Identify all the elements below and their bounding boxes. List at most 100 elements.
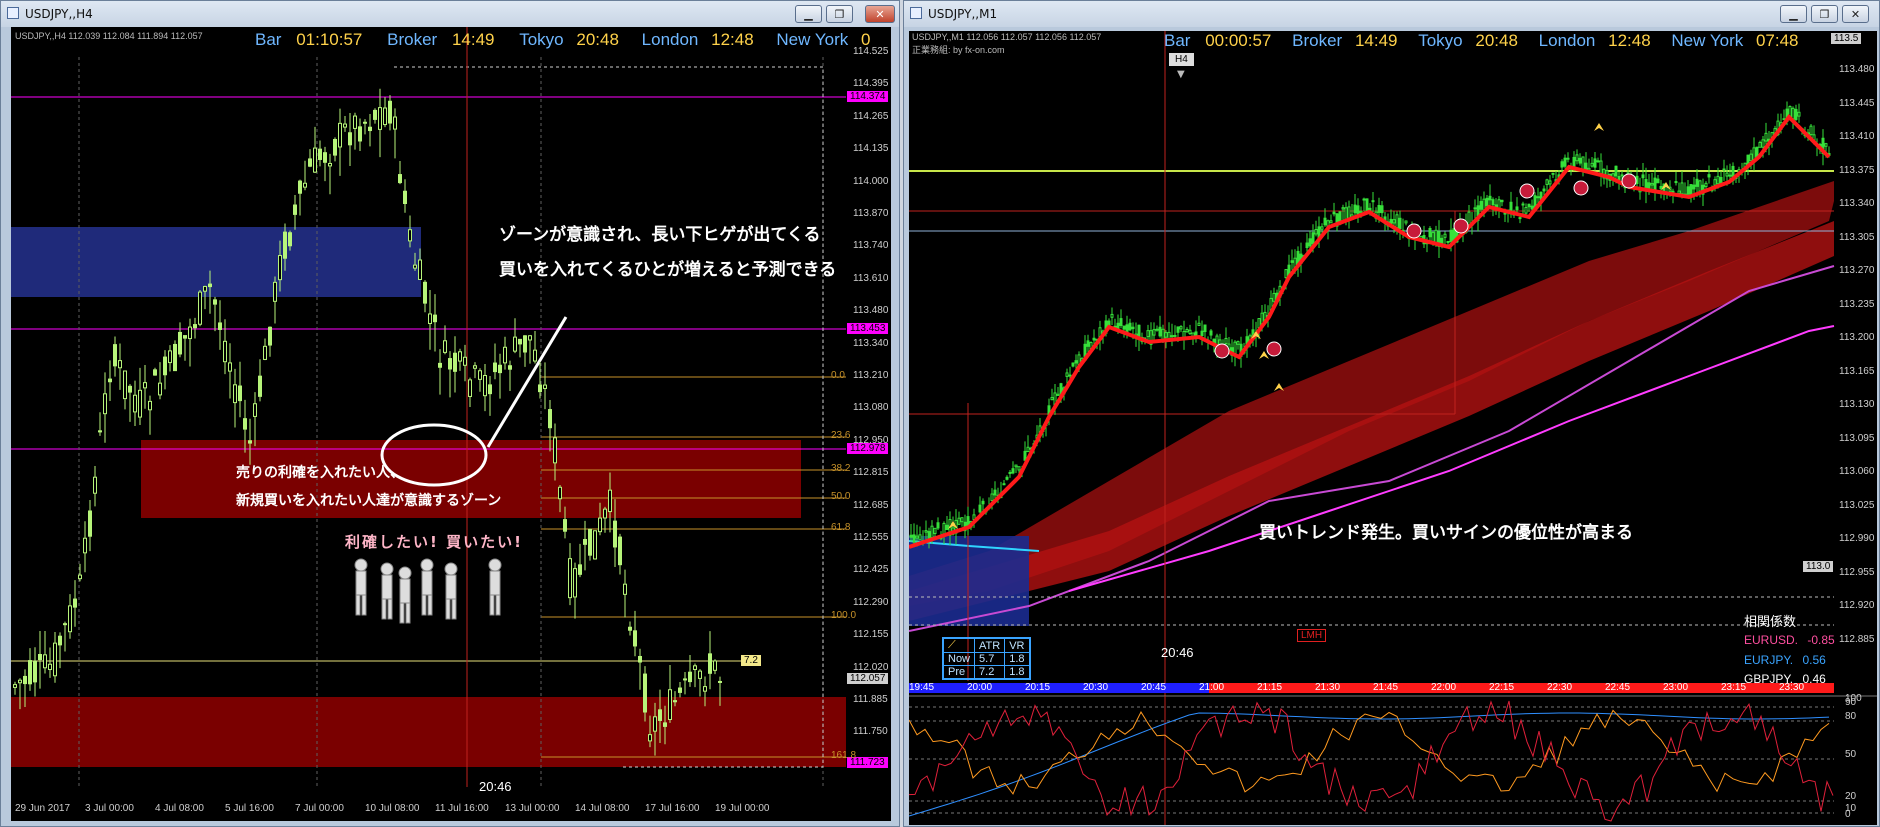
h4-price-chart[interactable]: USDJPY,,H4 112.039 112.084 111.894 112.0… <box>11 27 891 821</box>
buy-signal-icon[interactable] <box>1214 343 1230 359</box>
chart-window-m1[interactable]: USDJPY,,M1 ▁ ❐ ✕ USDJPY,,M1 112.056 112.… <box>903 0 1880 827</box>
minimize-button[interactable]: ▁ <box>1780 5 1807 23</box>
candle-body <box>1203 324 1207 333</box>
window-titlebar[interactable]: USDJPY,,H4 ▁ ❐ ✕ <box>1 1 899 27</box>
candle-body <box>1380 205 1384 214</box>
candle-body <box>198 291 202 325</box>
candle-body <box>1500 199 1504 203</box>
candle-body <box>408 229 412 242</box>
chevron-down-icon[interactable]: ▼ <box>1177 69 1185 80</box>
candle-body <box>1551 172 1555 175</box>
candle-body <box>698 670 702 679</box>
buy-signal-icon[interactable] <box>1573 180 1589 196</box>
value-box: 7.2 <box>741 655 761 666</box>
candle-body <box>503 346 507 364</box>
fib-label: 161.8 <box>831 750 857 761</box>
m1-chart-canvas[interactable] <box>909 31 1877 825</box>
candle-body <box>1050 397 1054 401</box>
candle-body <box>663 722 667 727</box>
candle-body <box>1164 332 1168 338</box>
chart-symbol-label: USDJPY,,M1 112.056 112.057 112.056 112.0… <box>912 32 1102 42</box>
candle-body <box>348 132 352 146</box>
timeframe-button-h4[interactable]: H4 <box>1169 53 1194 66</box>
buy-signal-icon[interactable] <box>1266 341 1282 357</box>
candle-body <box>1641 174 1645 179</box>
candle-body <box>538 384 542 393</box>
candle-body <box>1200 330 1204 337</box>
price-axis-label: 112.020 <box>853 661 889 673</box>
buy-signal-icon[interactable] <box>1519 183 1535 199</box>
candle-body <box>1758 141 1762 148</box>
maximize-button[interactable]: ❐ <box>826 5 853 23</box>
candle-body <box>1158 326 1162 337</box>
candle-body <box>603 508 607 519</box>
stats-row-label: Now <box>942 652 976 666</box>
price-axis-label: 113.210 <box>853 370 889 381</box>
stats-cell: 7.2 <box>974 665 1006 679</box>
arrow-signal-icon[interactable] <box>1594 123 1604 131</box>
candle-body <box>1716 175 1720 185</box>
maximize-button[interactable]: ❐ <box>1811 5 1838 23</box>
candle-body <box>483 374 487 397</box>
candle-body <box>183 335 187 339</box>
candle-body <box>1797 111 1801 117</box>
price-axis-label: 112.990 <box>1839 533 1875 544</box>
candle-body <box>1131 326 1135 330</box>
candle-body <box>308 158 312 167</box>
buy-signal-icon[interactable] <box>1453 218 1469 234</box>
bar-countdown: 00:00:57 <box>1205 31 1272 50</box>
price-axis-label: 114.135 <box>853 143 889 155</box>
price-axis-label: 113.480 <box>1839 64 1875 75</box>
close-button[interactable]: ✕ <box>865 5 895 23</box>
price-axis-label: 114.395 <box>853 78 889 90</box>
candle-body <box>1119 318 1123 326</box>
time-axis-label: 13 Jul 00:00 <box>505 803 560 814</box>
price-axis-label: 113.165 <box>1839 365 1875 377</box>
candle-body <box>1722 168 1726 171</box>
h4-chart-canvas[interactable] <box>11 27 891 821</box>
correlation-title: 相関係数 <box>1744 615 1797 630</box>
candle-body <box>688 671 692 683</box>
stats-row-label: Pre <box>942 665 976 679</box>
time-axis-label: 10 Jul 08:00 <box>365 803 420 814</box>
candle-body <box>473 365 477 369</box>
candle-body <box>653 716 657 732</box>
candle-body <box>1515 206 1519 211</box>
candle-body <box>318 148 322 160</box>
candle-body <box>1392 219 1396 224</box>
candle-body <box>128 385 132 393</box>
fib-label: 23.6 <box>831 430 851 441</box>
candle-body <box>263 345 267 360</box>
candle-body <box>1395 214 1399 229</box>
m1-price-chart[interactable]: USDJPY,,M1 112.056 112.057 112.056 112.0… <box>909 31 1877 825</box>
correlation-pair: EURJPY. <box>1744 653 1794 667</box>
candle-body <box>1518 217 1522 220</box>
price-axis-label: 113.340 <box>1839 198 1875 209</box>
candle-body <box>978 504 982 513</box>
candle-body <box>68 605 72 633</box>
london-label: London <box>1538 31 1596 50</box>
candle-body <box>1155 328 1159 331</box>
close-button[interactable]: ✕ <box>1842 5 1869 23</box>
candle-body <box>1224 337 1228 344</box>
arrow-signal-icon[interactable] <box>1274 383 1284 391</box>
candle-body <box>1056 393 1060 396</box>
window-titlebar[interactable]: USDJPY,,M1 ▁ ❐ ✕ <box>904 1 1879 27</box>
chart-window-h4[interactable]: USDJPY,,H4 ▁ ❐ ✕ USDJPY,,H4 112.039 112.… <box>0 0 900 827</box>
price-tag-mid: 113.0 <box>1803 561 1834 572</box>
candle-body <box>223 340 227 363</box>
candle-body <box>498 364 502 374</box>
time-axis-label: 17 Jul 16:00 <box>645 803 700 814</box>
candle-body <box>1071 362 1075 367</box>
candle-body <box>528 335 532 341</box>
buy-signal-icon[interactable] <box>1406 223 1422 239</box>
candle-body <box>1176 326 1180 333</box>
candle-body <box>268 326 272 346</box>
buy-signal-icon[interactable] <box>1621 173 1637 189</box>
correlation-value: 0.46 <box>1802 672 1826 686</box>
candle-body <box>213 299 217 305</box>
h4-candles <box>13 88 722 756</box>
price-axis-label: 113.375 <box>1839 164 1875 176</box>
candle-body <box>143 382 147 389</box>
minimize-button[interactable]: ▁ <box>795 5 822 23</box>
